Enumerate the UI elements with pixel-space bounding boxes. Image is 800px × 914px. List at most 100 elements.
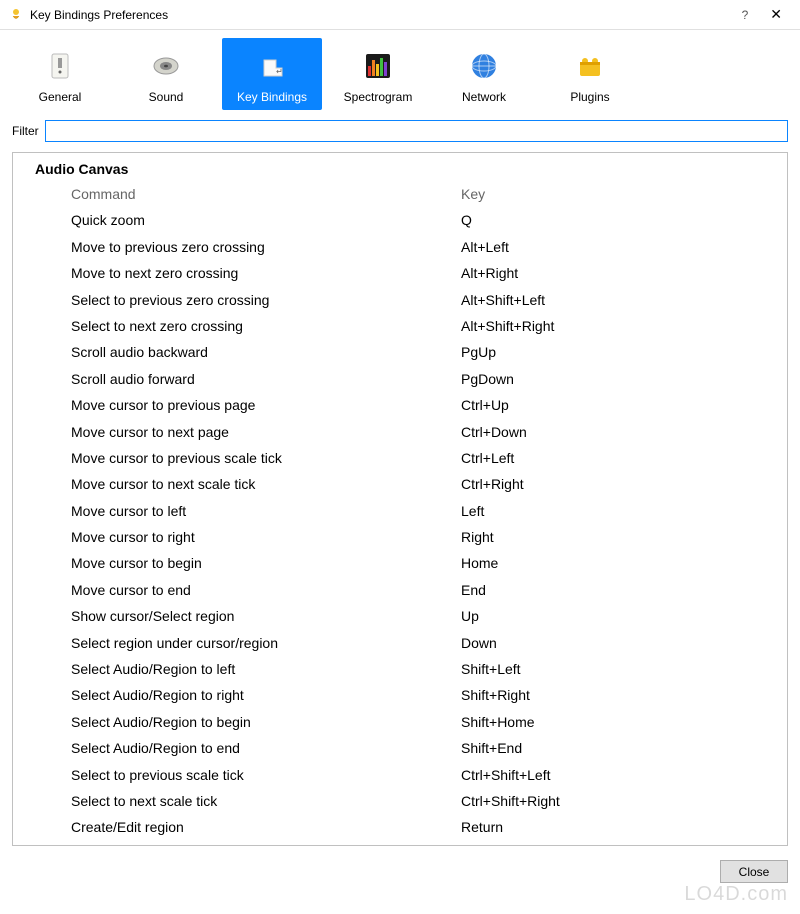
binding-key: Up (461, 605, 777, 627)
binding-row[interactable]: Move to previous zero crossingAlt+Left (35, 234, 777, 260)
binding-row[interactable]: Move cursor to next scale tickCtrl+Right (35, 471, 777, 497)
binding-command: Move to next zero crossing (71, 262, 461, 284)
binding-row[interactable]: Quick zoomQ (35, 207, 777, 233)
binding-row[interactable]: Move cursor to next pageCtrl+Down (35, 419, 777, 445)
switch-icon (40, 46, 80, 86)
binding-key: Shift+End (461, 737, 777, 759)
binding-key: Q (461, 209, 777, 231)
binding-command: Move cursor to begin (71, 552, 461, 574)
binding-key: Ctrl+Down (461, 421, 777, 443)
binding-key: Shift+Right (461, 684, 777, 706)
bindings-scroll[interactable]: Audio Canvas Command Key Quick zoomQMove… (13, 153, 787, 845)
svg-text:↵: ↵ (276, 67, 283, 76)
tab-label: Plugins (570, 90, 609, 104)
binding-key: Ctrl+Left (461, 447, 777, 469)
binding-key: Shift+Home (461, 711, 777, 733)
footer: Close (0, 852, 800, 891)
binding-row[interactable]: Move cursor to next markerCtrl+Alt+Right (35, 841, 777, 845)
binding-key: Alt+Shift+Right (461, 315, 777, 337)
tab-network[interactable]: Network (434, 38, 534, 110)
globe-icon (464, 46, 504, 86)
binding-key: Alt+Left (461, 236, 777, 258)
binding-row[interactable]: Select Audio/Region to endShift+End (35, 735, 777, 761)
tab-label: Network (462, 90, 506, 104)
tab-plugins[interactable]: Plugins (540, 38, 640, 110)
binding-command: Move cursor to left (71, 500, 461, 522)
binding-key: End (461, 579, 777, 601)
help-icon[interactable]: ? (742, 8, 749, 22)
binding-key: Left (461, 500, 777, 522)
binding-command: Quick zoom (71, 209, 461, 231)
binding-row[interactable]: Select Audio/Region to beginShift+Home (35, 709, 777, 735)
header-command: Command (71, 183, 461, 205)
binding-command: Move cursor to next marker (71, 843, 461, 845)
titlebar: Key Bindings Preferences ? ✕ (0, 0, 800, 30)
section-title: Audio Canvas (35, 159, 777, 181)
binding-row[interactable]: Select Audio/Region to rightShift+Right (35, 682, 777, 708)
tab-label: Key Bindings (237, 90, 307, 104)
binding-row[interactable]: Scroll audio backwardPgUp (35, 339, 777, 365)
binding-key: PgUp (461, 341, 777, 363)
window-title: Key Bindings Preferences (30, 8, 742, 22)
binding-key: Alt+Right (461, 262, 777, 284)
brick-icon (570, 46, 610, 86)
binding-command: Move cursor to right (71, 526, 461, 548)
binding-row[interactable]: Move to next zero crossingAlt+Right (35, 260, 777, 286)
tab-label: General (39, 90, 82, 104)
binding-row[interactable]: Move cursor to rightRight (35, 524, 777, 550)
binding-command: Move cursor to previous page (71, 394, 461, 416)
binding-row[interactable]: Move cursor to leftLeft (35, 498, 777, 524)
tab-label: Spectrogram (344, 90, 413, 104)
tab-key-bindings[interactable]: ↵ Key Bindings (222, 38, 322, 110)
binding-command: Scroll audio forward (71, 368, 461, 390)
tab-label: Sound (149, 90, 184, 104)
table-header: Command Key (35, 181, 777, 207)
binding-key: Ctrl+Up (461, 394, 777, 416)
titlebar-controls: ? ✕ (742, 6, 792, 23)
app-icon (8, 7, 24, 23)
tab-spectrogram[interactable]: Spectrogram (328, 38, 428, 110)
binding-row[interactable]: Create/Edit regionReturn (35, 814, 777, 840)
binding-command: Select to next scale tick (71, 790, 461, 812)
toolbar-tabs: General Sound ↵ Key Bindings (0, 30, 800, 112)
bindings-panel: Audio Canvas Command Key Quick zoomQMove… (12, 152, 788, 846)
binding-command: Show cursor/Select region (71, 605, 461, 627)
close-button[interactable]: Close (720, 860, 788, 883)
binding-command: Select Audio/Region to end (71, 737, 461, 759)
binding-row[interactable]: Select to previous zero crossingAlt+Shif… (35, 287, 777, 313)
tab-sound[interactable]: Sound (116, 38, 216, 110)
tab-general[interactable]: General (10, 38, 110, 110)
binding-row[interactable]: Scroll audio forwardPgDown (35, 366, 777, 392)
close-icon[interactable]: ✕ (766, 6, 786, 23)
binding-command: Select to next zero crossing (71, 315, 461, 337)
binding-row[interactable]: Move cursor to endEnd (35, 577, 777, 603)
binding-row[interactable]: Show cursor/Select regionUp (35, 603, 777, 629)
binding-key: Shift+Left (461, 658, 777, 680)
filter-input[interactable] (45, 120, 788, 142)
binding-row[interactable]: Select to next zero crossingAlt+Shift+Ri… (35, 313, 777, 339)
binding-row[interactable]: Move cursor to previous scale tickCtrl+L… (35, 445, 777, 471)
binding-command: Select to previous zero crossing (71, 289, 461, 311)
binding-key: Ctrl+Shift+Right (461, 790, 777, 812)
binding-key: Ctrl+Right (461, 473, 777, 495)
key-icon: ↵ (252, 46, 292, 86)
binding-key: Return (461, 816, 777, 838)
spectrogram-icon (358, 46, 398, 86)
binding-command: Move cursor to end (71, 579, 461, 601)
binding-command: Move cursor to next scale tick (71, 473, 461, 495)
binding-row[interactable]: Select to previous scale tickCtrl+Shift+… (35, 762, 777, 788)
binding-command: Select Audio/Region to begin (71, 711, 461, 733)
header-key: Key (461, 183, 777, 205)
binding-key: Right (461, 526, 777, 548)
binding-row[interactable]: Select Audio/Region to leftShift+Left (35, 656, 777, 682)
binding-row[interactable]: Move cursor to previous pageCtrl+Up (35, 392, 777, 418)
binding-command: Move cursor to previous scale tick (71, 447, 461, 469)
binding-row[interactable]: Select to next scale tickCtrl+Shift+Righ… (35, 788, 777, 814)
binding-row[interactable]: Select region under cursor/regionDown (35, 630, 777, 656)
binding-key: PgDown (461, 368, 777, 390)
binding-key: Ctrl+Shift+Left (461, 764, 777, 786)
binding-key: Alt+Shift+Left (461, 289, 777, 311)
binding-row[interactable]: Move cursor to beginHome (35, 550, 777, 576)
binding-key: Down (461, 632, 777, 654)
binding-command: Scroll audio backward (71, 341, 461, 363)
